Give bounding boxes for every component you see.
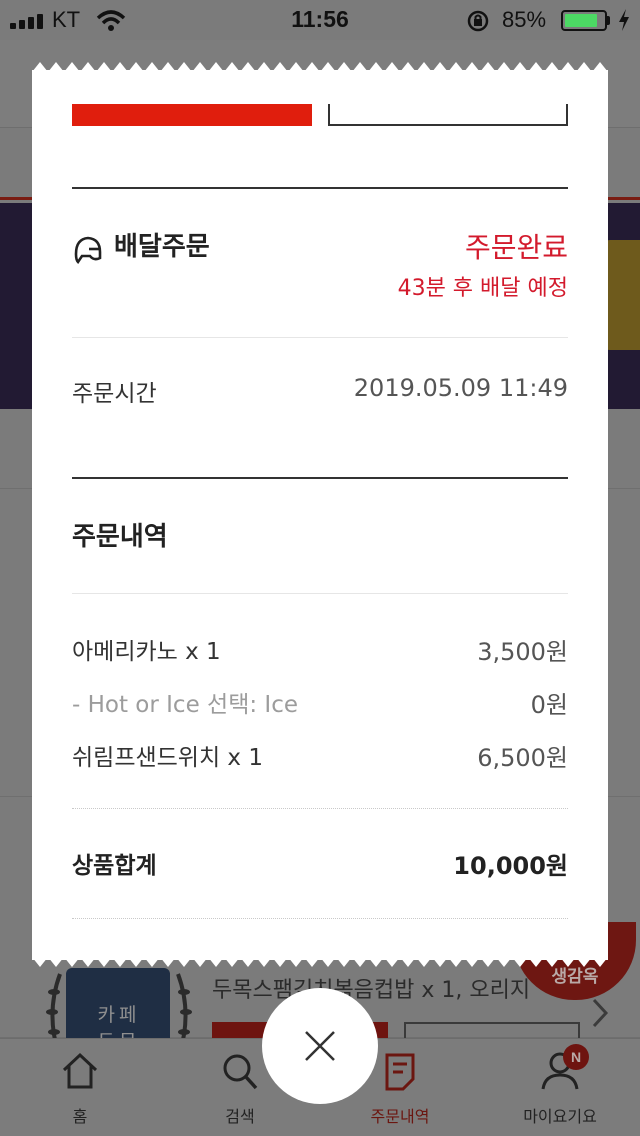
status-bar: KT 11:56 85% xyxy=(0,0,640,40)
item-option-price: 0원 xyxy=(530,691,568,719)
receipt-tab-inactive xyxy=(328,104,568,126)
item-name: 쉬림프샌드위치 x 1 xyxy=(72,745,263,771)
divider xyxy=(72,337,568,338)
search-icon xyxy=(219,1051,261,1095)
rotation-lock-icon xyxy=(466,9,490,37)
divider xyxy=(72,918,568,919)
receipt-icon xyxy=(379,1051,421,1095)
charging-icon xyxy=(617,8,631,36)
item-name: 아메리카노 x 1 xyxy=(72,639,221,665)
tab-label: 마이요기요 xyxy=(523,1107,597,1126)
receipt-zigzag-bottom xyxy=(32,957,608,967)
helmet-icon xyxy=(72,234,104,270)
delivery-order-label: 배달주문 xyxy=(114,232,210,262)
battery-fill xyxy=(565,14,598,27)
item-option: - Hot or Ice 선택: Ice xyxy=(72,692,298,718)
divider xyxy=(72,808,568,809)
tab-label: 주문내역 xyxy=(370,1107,430,1126)
chevron-right-icon xyxy=(590,996,610,1038)
order-time-value: 2019.05.09 11:49 xyxy=(353,374,568,402)
divider xyxy=(72,187,568,189)
home-icon xyxy=(59,1051,101,1095)
close-icon xyxy=(305,1031,335,1061)
order-receipt: 배달주문 주문완료 43분 후 배달 예정 주문시간 2019.05.09 11… xyxy=(32,70,608,960)
cup-text-line: 카페 xyxy=(97,1004,141,1026)
item-price: 3,500원 xyxy=(477,638,568,666)
order-details-title: 주문내역 xyxy=(72,522,168,552)
tab-label: 홈 xyxy=(72,1107,88,1126)
subtotal-value: 10,000원 xyxy=(453,852,568,880)
tab-my-yogiyo[interactable]: 마이요기요 xyxy=(480,1039,640,1136)
tab-home[interactable]: 홈 xyxy=(0,1039,160,1136)
order-time-label: 주문시간 xyxy=(72,381,157,407)
battery-icon xyxy=(561,10,607,31)
notification-badge: N xyxy=(563,1044,589,1070)
order-status: 주문완료 xyxy=(464,231,568,264)
close-button[interactable] xyxy=(262,988,378,1104)
delivery-eta: 43분 후 배달 예정 xyxy=(397,276,568,301)
receipt-tab-active xyxy=(72,104,312,126)
battery-cap xyxy=(607,16,610,25)
divider xyxy=(72,593,568,594)
battery-percent: 85% xyxy=(502,7,547,32)
tab-label: 검색 xyxy=(225,1107,255,1126)
subtotal-label: 상품합계 xyxy=(72,853,157,879)
background-order-summary: 두목스팸김치볶음컵밥 x 1, 오리지 xyxy=(212,978,531,1003)
item-price: 6,500원 xyxy=(477,744,568,772)
divider xyxy=(72,477,568,479)
